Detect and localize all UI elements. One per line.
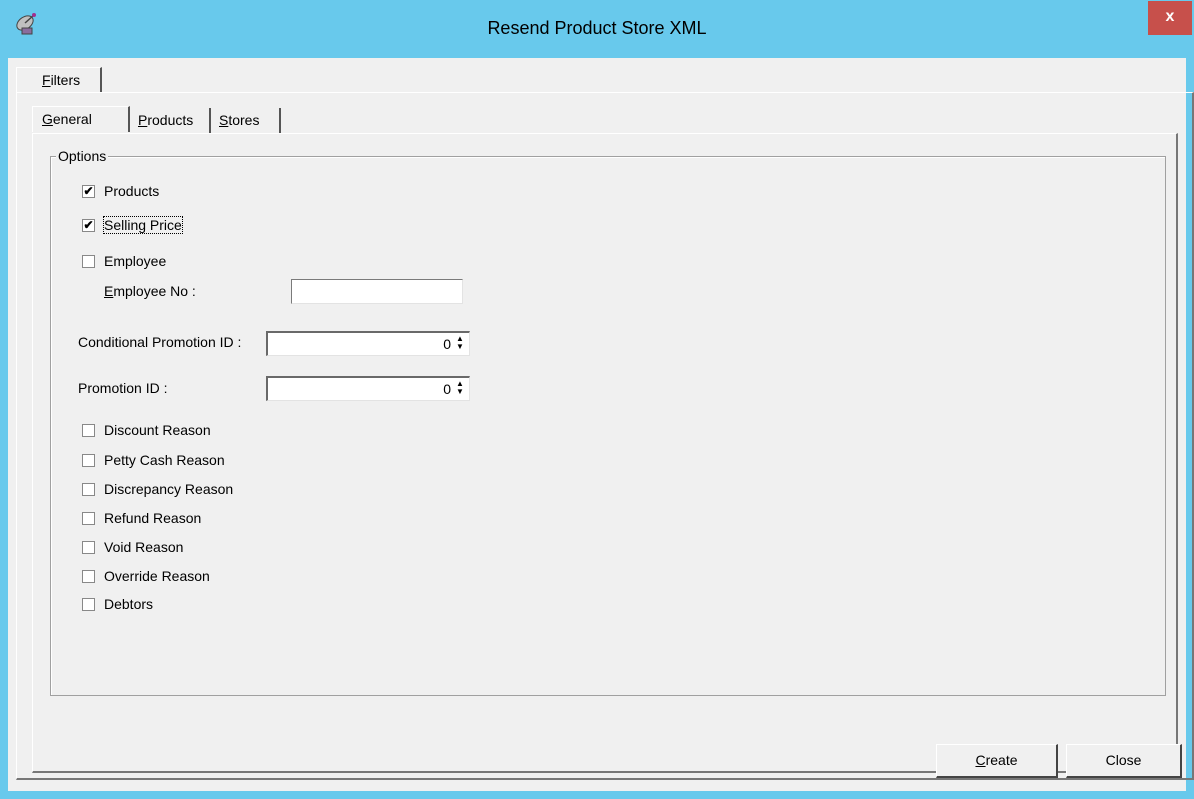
tab-stores-accel: S [219, 112, 229, 128]
tab-filters[interactable]: Filters [16, 67, 102, 93]
create-button[interactable]: Create [936, 744, 1058, 778]
employee-no-label: Employee No : [104, 283, 196, 299]
void-reason-label[interactable]: Void Reason [104, 539, 183, 555]
products-checkbox[interactable]: ✔ [82, 185, 95, 198]
tab-filters-accel: F [42, 72, 51, 88]
employee-no-label-text: mployee No : [113, 283, 196, 299]
tab-products-accel: P [138, 112, 148, 128]
products-label[interactable]: Products [104, 183, 159, 199]
conditional-promotion-id-label: Conditional Promotion ID : [78, 334, 242, 350]
dialog-window: Resend Product Store XML x Filters Gener… [0, 0, 1194, 799]
tab-products-label: roducts [147, 112, 194, 128]
tab-general-label: eneral [52, 111, 92, 127]
options-groupbox [50, 156, 1166, 696]
tab-general-accel: G [42, 111, 53, 127]
create-label: reate [985, 752, 1018, 768]
override-reason-label[interactable]: Override Reason [104, 568, 210, 584]
spin-arrows-icon[interactable]: ▲ ▼ [454, 380, 466, 396]
options-group-title: Options [56, 148, 109, 164]
conditional-promotion-id-value: 0 [443, 336, 451, 352]
debtors-checkbox[interactable] [82, 598, 95, 611]
close-button[interactable]: Close [1066, 744, 1182, 778]
tab-products[interactable]: Products [130, 108, 211, 134]
promotion-id-label: Promotion ID : [78, 380, 168, 396]
debtors-label[interactable]: Debtors [104, 596, 153, 612]
employee-no-accel: E [104, 283, 114, 299]
employee-no-input[interactable] [291, 279, 463, 304]
selling-price-label[interactable]: Selling Price [103, 216, 183, 234]
selling-price-checkbox[interactable]: ✔ [82, 219, 95, 232]
window-close-button[interactable]: x [1148, 1, 1192, 35]
discount-reason-checkbox[interactable] [82, 424, 95, 437]
petty-cash-reason-label[interactable]: Petty Cash Reason [104, 452, 225, 468]
void-reason-checkbox[interactable] [82, 541, 95, 554]
employee-label[interactable]: Employee [104, 253, 166, 269]
dialog-client-area: Filters General Products Stores Options … [8, 58, 1194, 791]
promotion-id-spinner[interactable]: 0 ▲ ▼ [266, 376, 470, 401]
tab-general[interactable]: General [32, 106, 130, 132]
petty-cash-reason-checkbox[interactable] [82, 454, 95, 467]
tab-filters-label: ilters [50, 72, 81, 88]
promotion-id-value: 0 [443, 381, 451, 397]
spin-arrows-icon[interactable]: ▲ ▼ [454, 335, 466, 351]
discrepancy-reason-label[interactable]: Discrepancy Reason [104, 481, 233, 497]
discrepancy-reason-checkbox[interactable] [82, 483, 95, 496]
title-bar[interactable]: Resend Product Store XML x [0, 0, 1194, 58]
refund-reason-label[interactable]: Refund Reason [104, 510, 201, 526]
discount-reason-label[interactable]: Discount Reason [104, 422, 211, 438]
conditional-promotion-id-spinner[interactable]: 0 ▲ ▼ [266, 331, 470, 356]
override-reason-checkbox[interactable] [82, 570, 95, 583]
employee-checkbox[interactable] [82, 255, 95, 268]
refund-reason-checkbox[interactable] [82, 512, 95, 525]
tab-stores[interactable]: Stores [211, 108, 281, 134]
window-title: Resend Product Store XML [487, 18, 707, 38]
tab-stores-label: tores [228, 112, 260, 128]
create-accel: C [975, 752, 986, 768]
